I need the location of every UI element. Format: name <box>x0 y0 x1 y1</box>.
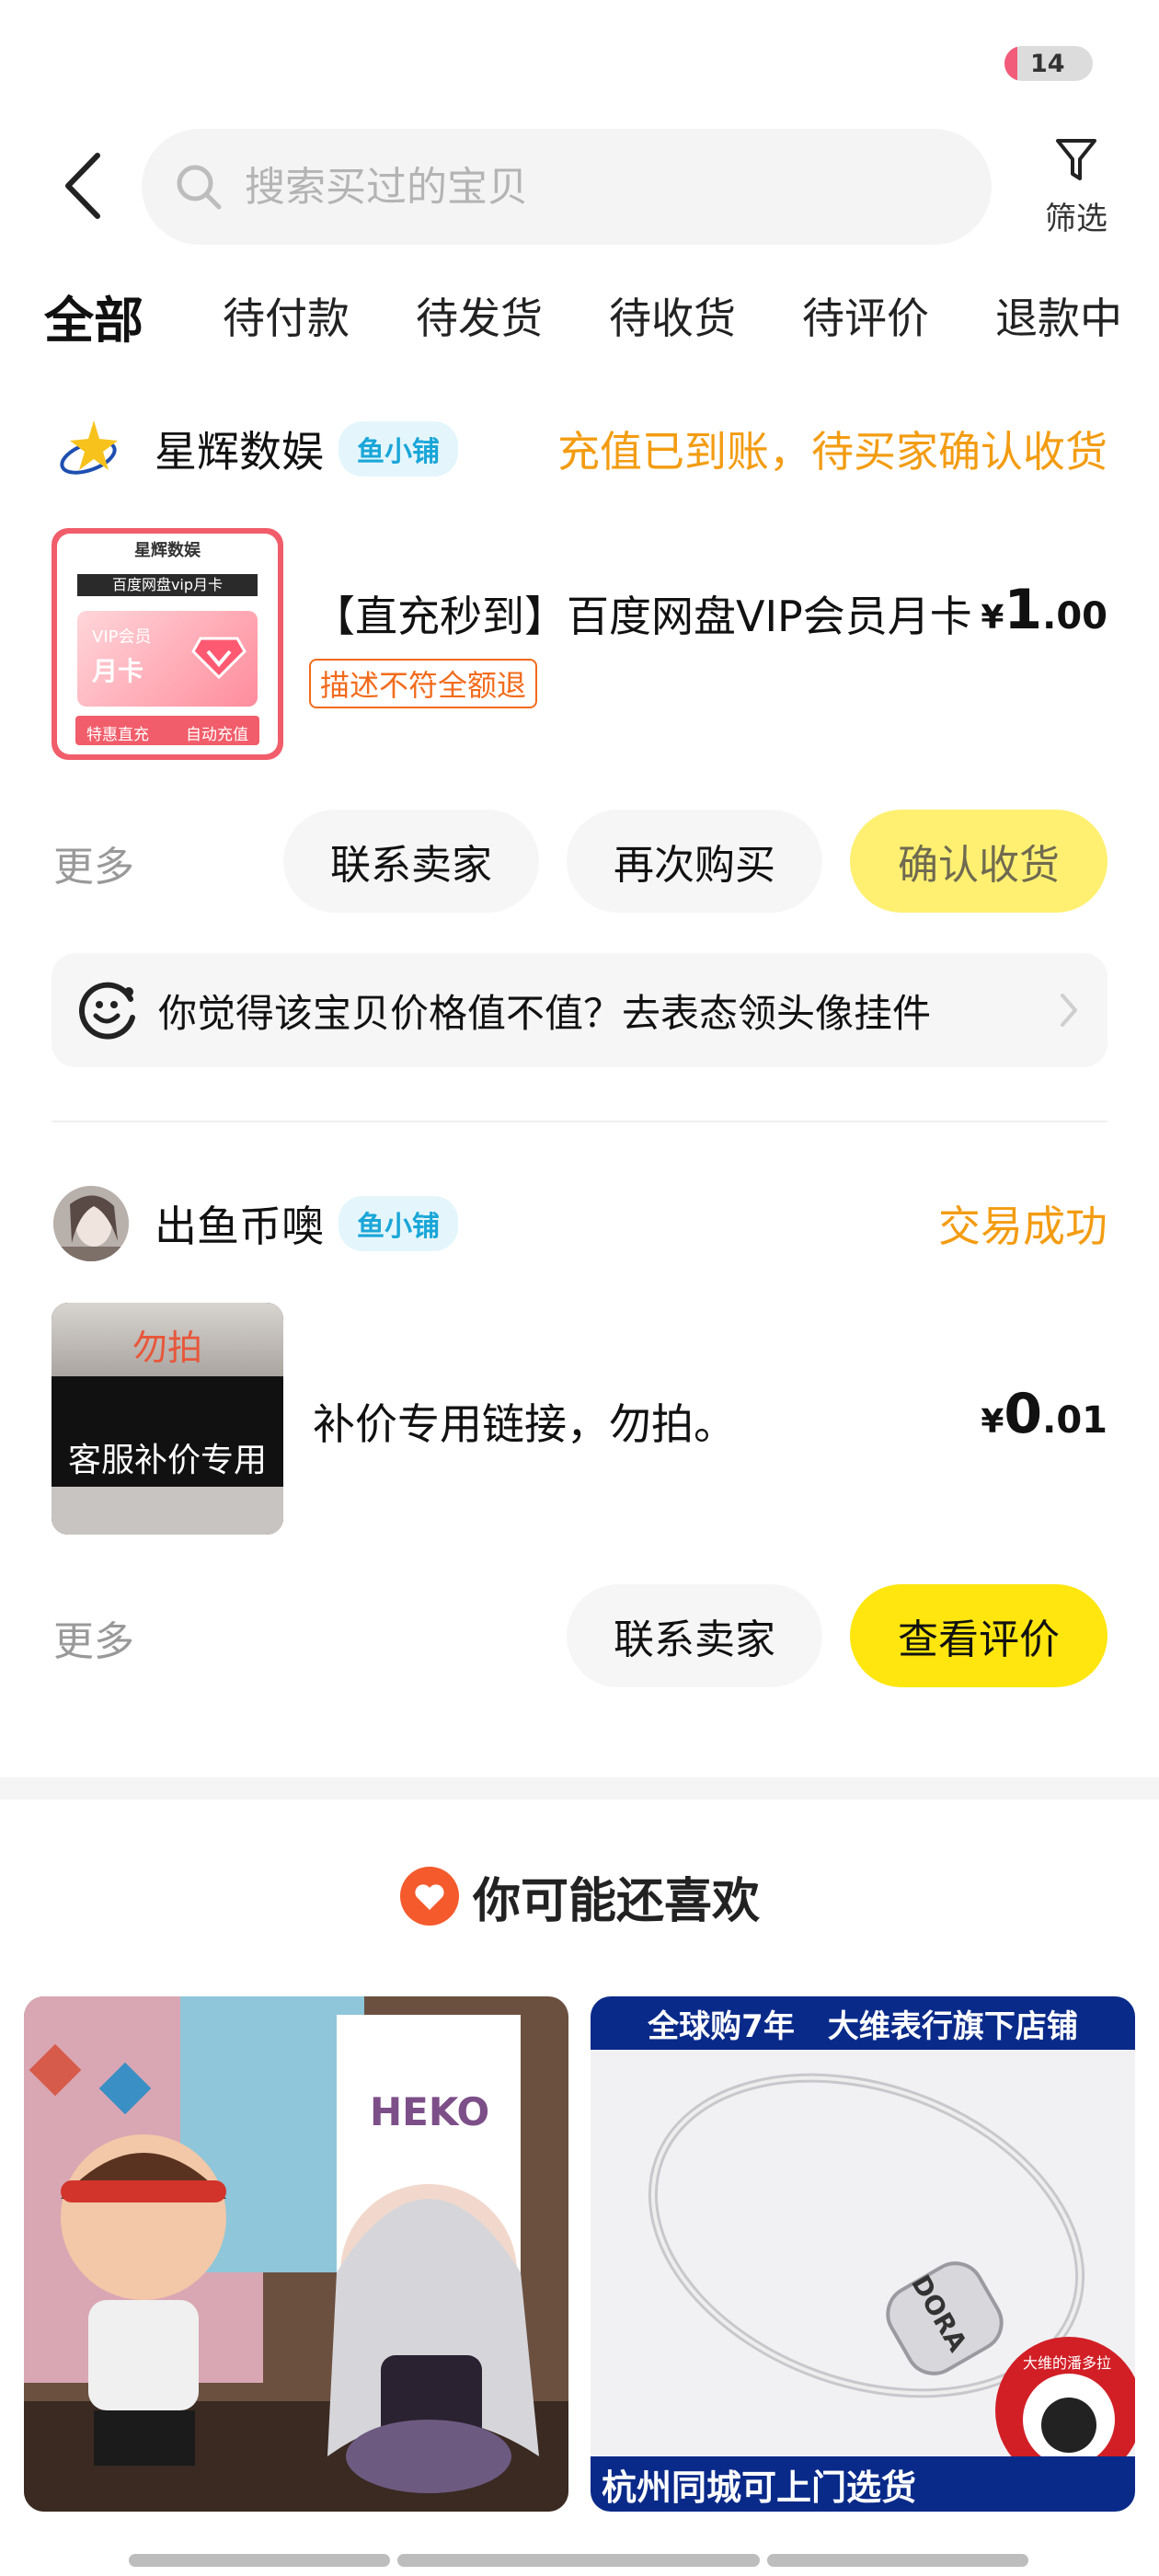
tab-all[interactable]: 全部 <box>40 280 151 352</box>
tab-label: 待评价 <box>802 293 929 343</box>
recommend-card-bracelet[interactable]: 全球购7年 大维表行旗下店铺 DORA 大维的潘多拉 杭州同城可上门选货 <box>591 1996 1135 2512</box>
search-bar[interactable] <box>142 129 992 245</box>
order-1-price: ¥1.00 <box>981 578 1107 642</box>
order-1-more-link[interactable]: 更多 <box>53 834 134 892</box>
chevron-left-icon <box>65 153 100 219</box>
shop-badge: 鱼小铺 <box>339 421 458 477</box>
search-input[interactable] <box>245 163 907 211</box>
filter-icon <box>1056 139 1096 180</box>
recommend-heading: 你可能还喜欢 <box>0 1864 1159 1929</box>
home-indicator-center <box>397 2554 760 2567</box>
thumb-footer-left: 特惠直充 <box>86 726 149 744</box>
order-1-guarantee-tag: 描述不符全额退 <box>309 659 538 708</box>
smile-face-icon <box>79 982 135 1040</box>
shop-avatar <box>53 1186 129 1261</box>
order-status: 交易成功 <box>938 1202 1107 1251</box>
box-text: HEKO <box>370 2089 489 2134</box>
diamond-icon <box>191 637 247 680</box>
card-bottom-banner: 杭州同城可上门选货 <box>591 2456 1135 2512</box>
price-integer: 0 <box>1004 1382 1043 1446</box>
thumb-bottom-text: 客服补价专用 <box>67 1442 267 1479</box>
confirm-receipt-button[interactable]: 确认收货 <box>850 810 1107 913</box>
price-feedback-bar[interactable]: 你觉得该宝贝价格值不值？去表态领头像挂件 <box>52 953 1107 1067</box>
thumb-vip-label: VIP会员 <box>92 627 152 647</box>
order-2-product-image[interactable]: 勿拍 客服补价专用 <box>52 1303 283 1535</box>
price-decimal: .01 <box>1042 1399 1107 1442</box>
heart-icon <box>399 1867 459 1926</box>
chevron-right-icon <box>1061 994 1077 1027</box>
section-separator <box>0 1777 1159 1800</box>
order-1-product-image[interactable]: 星辉数娱 百度网盘vip月卡 VIP会员 月卡 特惠直充 自动充值 <box>52 528 283 760</box>
bracelet-photo: DORA 大维的潘多拉 <box>591 2050 1135 2484</box>
order-status: 充值已到账，待买家确认收货 <box>557 427 1107 477</box>
order-1-shop-row[interactable]: 星辉数娱 鱼小铺 充值已到账，待买家确认收货 <box>53 412 1107 486</box>
home-indicator-left <box>129 2554 390 2567</box>
thumb-card-label: 月卡 <box>92 656 144 686</box>
notification-badge: 14 <box>1004 46 1093 81</box>
order-2-shop-row[interactable]: 出鱼币噢 鱼小铺 交易成功 <box>53 1186 1107 1261</box>
thumb-footer-right: 自动充值 <box>186 726 248 744</box>
order-tabs: 全部 待付款 待发货 待收货 待评价 退款中 <box>0 285 1159 359</box>
feedback-text: 你觉得该宝贝价格值不值？去表态领头像挂件 <box>158 990 932 1036</box>
price-currency: ¥ <box>981 599 1004 637</box>
thumb-top-text: 勿拍 <box>132 1328 202 1368</box>
thumb-banner: 百度网盘vip月卡 <box>77 574 258 596</box>
order-2-more-link[interactable]: 更多 <box>53 1608 134 1667</box>
view-review-button[interactable]: 查看评价 <box>850 1584 1107 1687</box>
tab-pending-shipment[interactable]: 待发货 <box>416 285 543 346</box>
tab-pending-review[interactable]: 待评价 <box>802 285 929 346</box>
tab-pending-receipt[interactable]: 待收货 <box>609 285 736 346</box>
seal-text: 大维的潘多拉 <box>1023 2354 1111 2372</box>
shop-logo <box>53 411 129 487</box>
order-1-product-title[interactable]: 【直充秒到】百度网盘VIP会员月卡 <box>313 583 973 644</box>
shop-name: 星辉数娱 <box>155 427 324 477</box>
home-indicator-right <box>767 2554 1028 2567</box>
thumb-brand: 星辉数娱 <box>134 541 201 560</box>
order-2-price: ¥0.01 <box>981 1382 1107 1446</box>
search-icon <box>177 165 222 210</box>
recommend-card-toy[interactable]: HEKO <box>24 1996 568 2512</box>
thumb-footer: 特惠直充 自动充值 <box>75 716 259 745</box>
order-2-product-title[interactable]: 补价专用链接，勿拍。 <box>313 1391 901 1452</box>
contact-seller-button[interactable]: 联系卖家 <box>283 810 539 913</box>
contact-seller-button[interactable]: 联系卖家 <box>567 1584 822 1687</box>
order-divider <box>52 1121 1107 1122</box>
filter-button[interactable]: 筛选 <box>1034 136 1119 247</box>
thumb-card: VIP会员 月卡 <box>77 611 258 707</box>
tab-label: 退款中 <box>995 293 1122 343</box>
thumb-bottom-area <box>52 1487 283 1535</box>
back-button[interactable] <box>55 149 110 223</box>
tab-label: 待发货 <box>416 293 543 343</box>
shop-name: 出鱼币噢 <box>155 1202 324 1251</box>
filter-label: 筛选 <box>1045 201 1107 237</box>
tab-refunding[interactable]: 退款中 <box>995 285 1122 346</box>
toy-figure-photo: HEKO <box>24 1996 568 2512</box>
recommend-title: 你可能还喜欢 <box>472 1873 760 1929</box>
price-integer: 1 <box>1004 578 1043 642</box>
tab-label: 待收货 <box>609 293 736 343</box>
buy-again-button[interactable]: 再次购买 <box>567 810 822 913</box>
badge-count: 14 <box>1030 50 1065 78</box>
tab-pending-payment[interactable]: 待付款 <box>223 285 350 346</box>
shop-badge: 鱼小铺 <box>339 1196 458 1251</box>
tab-label: 待付款 <box>223 293 350 343</box>
price-currency: ¥ <box>981 1403 1004 1441</box>
price-decimal: .00 <box>1042 595 1107 638</box>
tab-label: 全部 <box>44 292 143 350</box>
badge-accent <box>1004 46 1017 81</box>
